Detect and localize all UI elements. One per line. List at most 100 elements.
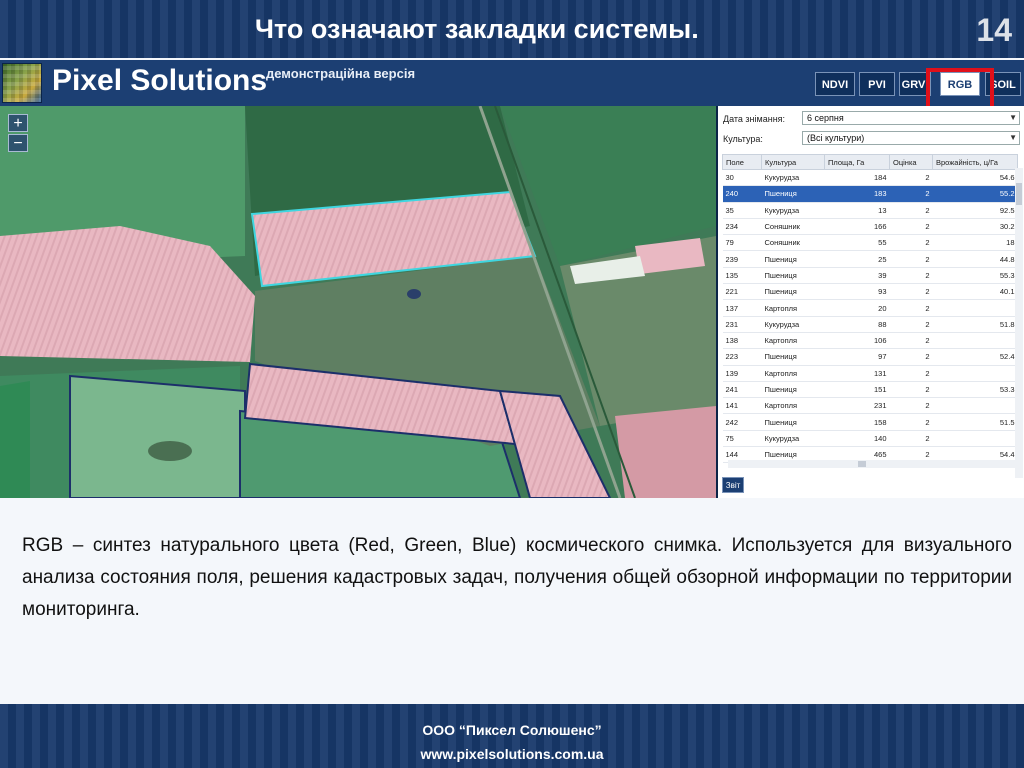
app-window: Pixel Solutions демонстраційна версія ND… [0, 60, 1024, 498]
table-row[interactable]: 30 Кукурудза 184 2 54.6 [722, 169, 1018, 187]
culture-label: Культура: [723, 134, 763, 144]
table-cell: Соняшник [761, 218, 825, 236]
table-row[interactable]: 221 Пшениця 93 2 40.1 [722, 283, 1018, 301]
table-row[interactable]: 137 Картопля 20 2 [722, 299, 1018, 317]
table-cell: 240 [722, 185, 762, 203]
tab-pvi[interactable]: PVI [859, 72, 895, 96]
table-cell: 2 [889, 365, 933, 382]
table-row[interactable]: 223 Пшениця 97 2 52.4 [722, 348, 1018, 366]
table-row[interactable]: 75 Кукурудза 140 2 [722, 430, 1018, 448]
table-cell: Кукурудза [761, 430, 825, 448]
tab-ndvi[interactable]: NDVI [815, 72, 855, 96]
table-cell: 135 [722, 267, 762, 285]
table-cell: 2 [889, 397, 933, 415]
table-row[interactable]: 138 Картопля 106 2 [722, 332, 1018, 350]
table-cell: 231 [824, 397, 890, 415]
table-cell: 166 [824, 218, 890, 236]
table-cell: 139 [722, 365, 762, 382]
table-cell: 54.6 [932, 169, 1018, 187]
table-cell: 239 [722, 250, 762, 268]
table-cell: Кукурудза [761, 316, 825, 333]
table-cell: 106 [824, 332, 890, 350]
brand-name: Pixel Solutions [52, 64, 268, 97]
table-cell: 13 [824, 202, 890, 219]
table-cell: 79 [722, 234, 762, 252]
satellite-map[interactable]: + − [0, 106, 716, 498]
table-cell: 2 [889, 332, 933, 350]
table-cell: 18 [932, 234, 1018, 252]
table-cell: Пшениця [761, 283, 825, 301]
table-row[interactable]: 79 Соняшник 55 2 18 [722, 234, 1018, 252]
zoom-in-button[interactable]: + [8, 114, 28, 132]
table-cell: Кукурудза [761, 202, 825, 219]
report-button[interactable]: Звіт [722, 477, 744, 493]
table-row[interactable]: 241 Пшениця 151 2 53.3 [722, 381, 1018, 399]
zoom-out-button[interactable]: − [8, 134, 28, 152]
table-cell: 88 [824, 316, 890, 333]
table-cell: 241 [722, 381, 762, 399]
table-cell: 93 [824, 283, 890, 301]
table-cell: 2 [889, 250, 933, 268]
table-cell [932, 430, 1018, 448]
table-row[interactable]: 239 Пшениця 25 2 44.8 [722, 250, 1018, 268]
table-cell: Пшениця [761, 413, 825, 431]
table-cell: 242 [722, 413, 762, 431]
slide-header: Что означают закладки системы. 14 [0, 0, 1024, 58]
slide-title: Что означают закладки системы. [255, 14, 699, 44]
column-header[interactable]: Культура [761, 154, 825, 170]
chevron-down-icon: ▼ [1009, 113, 1017, 122]
table-cell: 2 [889, 202, 933, 219]
scroll-thumb[interactable] [1016, 183, 1022, 205]
column-header[interactable]: Врожайність, ц/Га [932, 154, 1018, 170]
table-row[interactable]: 141 Картопля 231 2 [722, 397, 1018, 415]
table-body: 30 Кукурудза 184 2 54.6 240 Пшениця 183 2 55.2 35 К… [722, 169, 1018, 464]
table-cell: 92.5 [932, 202, 1018, 219]
culture-select[interactable]: (Всі культури) ▼ [802, 131, 1020, 145]
table-row[interactable]: 139 Картопля 131 2 [722, 365, 1018, 382]
table-cell: 138 [722, 332, 762, 350]
fields-panel: Дата знімання: 6 серпня ▼ Культура: (Всі … [716, 106, 1024, 498]
table-cell: 51.5 [932, 413, 1018, 431]
table-cell: 223 [722, 348, 762, 366]
vertical-scrollbar[interactable] [1015, 168, 1023, 478]
table-row[interactable]: 234 Соняшник 166 2 30.2 [722, 218, 1018, 236]
table-cell: 183 [824, 185, 890, 203]
table-cell: 137 [722, 299, 762, 317]
date-value: 6 серпня [807, 113, 844, 123]
table-cell: 55.2 [932, 185, 1018, 203]
table-row[interactable]: 135 Пшениця 39 2 55.3 [722, 267, 1018, 285]
table-cell: 35 [722, 202, 762, 219]
table-row[interactable]: 35 Кукурудза 13 2 92.5 [722, 202, 1018, 219]
table-cell: Картопля [761, 332, 825, 350]
column-header[interactable]: Поле [722, 154, 762, 170]
rgb-tab-highlight [926, 68, 994, 110]
table-cell: Картопля [761, 397, 825, 415]
table-cell: 151 [824, 381, 890, 399]
table-cell: 2 [889, 234, 933, 252]
scroll-thumb[interactable] [858, 461, 866, 467]
table-cell: 53.3 [932, 381, 1018, 399]
column-header[interactable]: Площа, Га [824, 154, 890, 170]
table-cell: 2 [889, 283, 933, 301]
table-cell: 184 [824, 169, 890, 187]
table-row[interactable]: 240 Пшениця 183 2 55.2 [722, 185, 1018, 203]
footer-company: ООО “Пиксел Солюшенс” [422, 722, 602, 738]
table-cell: 2 [889, 299, 933, 317]
table-cell: 30 [722, 169, 762, 187]
table-cell: 39 [824, 267, 890, 285]
table-cell: 97 [824, 348, 890, 366]
culture-value: (Всі культури) [807, 133, 865, 143]
table-row[interactable]: 231 Кукурудза 88 2 51.8 [722, 316, 1018, 333]
horizontal-scrollbar[interactable] [728, 460, 1016, 468]
table-cell: 25 [824, 250, 890, 268]
table-cell: Пшениця [761, 267, 825, 285]
column-header[interactable]: Оцінка [889, 154, 933, 170]
footer-url[interactable]: www.pixelsolutions.com.ua [0, 746, 1024, 762]
demo-label: демонстраційна версія [266, 66, 416, 81]
date-select[interactable]: 6 серпня ▼ [802, 111, 1020, 125]
table-cell: 55 [824, 234, 890, 252]
table-cell: 221 [722, 283, 762, 301]
table-cell: 2 [889, 413, 933, 431]
table-row[interactable]: 242 Пшениця 158 2 51.5 [722, 413, 1018, 431]
table-cell: Картопля [761, 299, 825, 317]
